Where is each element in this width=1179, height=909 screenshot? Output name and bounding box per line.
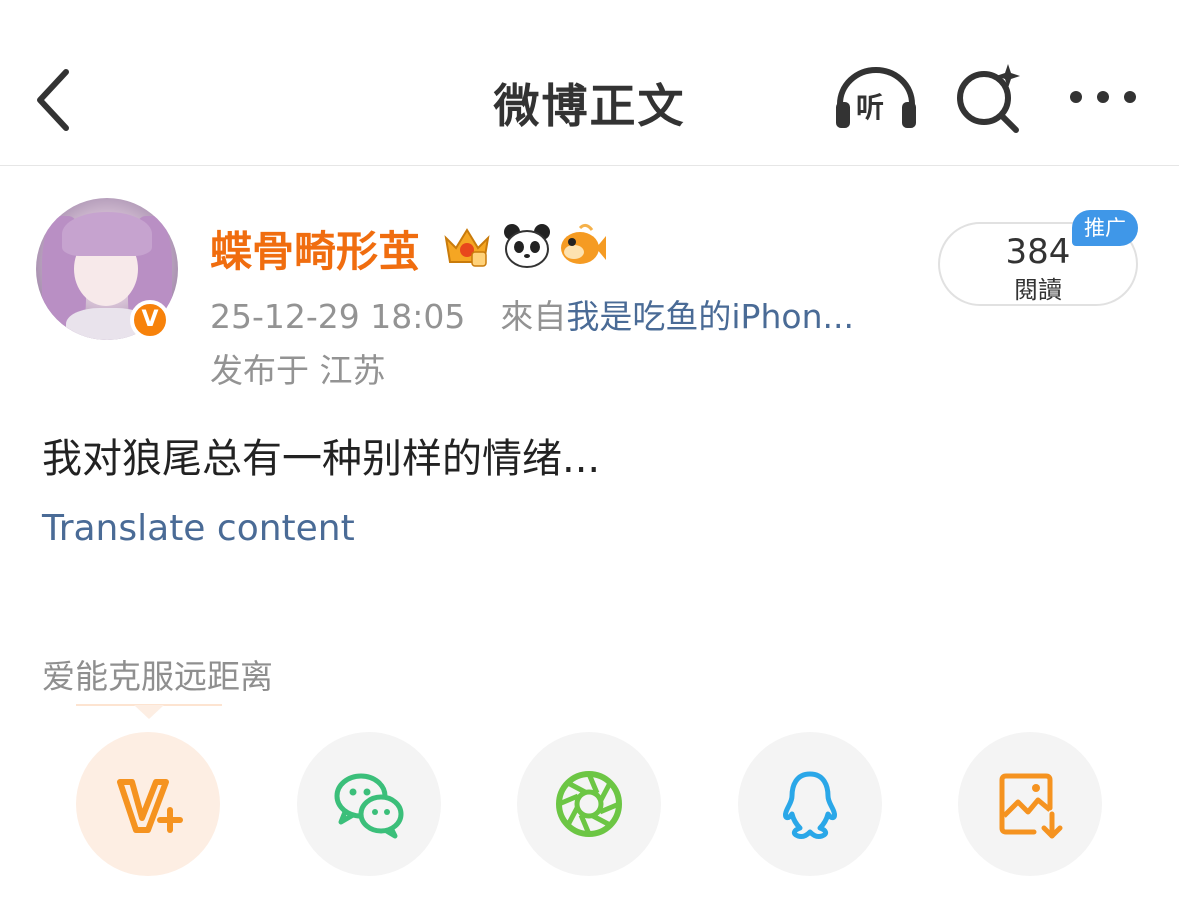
save-image-icon	[999, 773, 1063, 839]
share-moments-button[interactable]	[517, 732, 661, 876]
wechat-icon	[334, 773, 404, 839]
more-icon[interactable]	[1066, 82, 1140, 112]
panda-emoji-icon[interactable]	[502, 222, 552, 270]
share-qq-button[interactable]	[738, 732, 882, 876]
post-text: 我对狼尾总有一种别样的情绪...	[42, 436, 601, 482]
share-wechat-button[interactable]	[297, 732, 441, 876]
translate-link[interactable]: Translate content	[42, 508, 355, 549]
post-source-link[interactable]: 我是吃鱼的iPhon...	[566, 297, 854, 336]
post-meta: 25-12-29 18:05 來自我是吃鱼的iPhon...	[210, 290, 854, 338]
read-label: 閱讀	[1014, 276, 1062, 304]
share-panel-title: 爱能克服远距离	[42, 657, 273, 696]
fish-emoji-icon[interactable]	[556, 222, 606, 270]
username[interactable]: 蝶骨畸形茧	[210, 218, 420, 279]
listen-label: 听	[856, 91, 885, 124]
qq-icon	[783, 771, 837, 839]
verified-badge-icon: V	[130, 300, 170, 340]
post-location: 发布于 江苏	[210, 351, 386, 390]
selection-pointer-icon	[134, 705, 164, 719]
promote-badge[interactable]: 推广	[1072, 210, 1138, 246]
nav-bar: 微博正文 听	[0, 0, 1179, 166]
moments-icon	[556, 771, 622, 837]
source-prefix: 來自	[500, 297, 567, 336]
share-weibo-button[interactable]	[76, 732, 220, 876]
ai-search-icon[interactable]	[952, 62, 1026, 134]
share-save-image-button[interactable]	[958, 732, 1102, 876]
weibo-vplus-icon	[117, 779, 183, 833]
crown-badge-icon[interactable]	[442, 222, 492, 270]
post-time: 25-12-29 18:05	[210, 297, 466, 336]
